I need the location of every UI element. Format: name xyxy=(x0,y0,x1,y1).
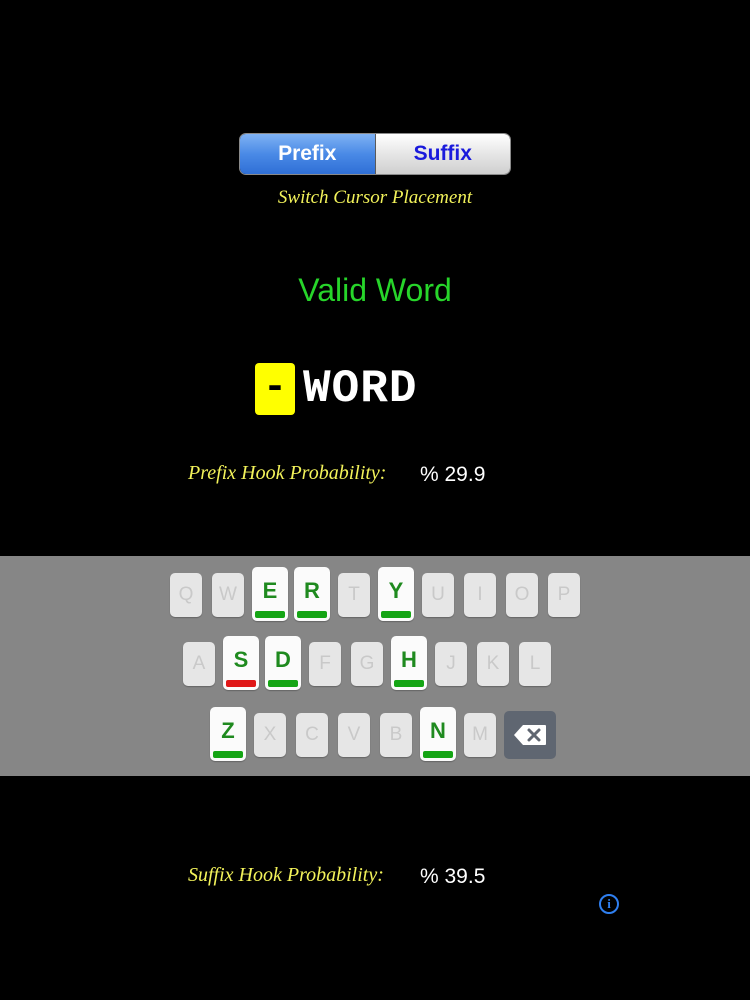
key-label: Q xyxy=(178,584,194,605)
key-o[interactable]: O xyxy=(506,573,538,617)
key-label: F xyxy=(319,653,331,674)
key-j[interactable]: J xyxy=(435,642,467,686)
key-label: A xyxy=(192,653,206,674)
key-u[interactable]: U xyxy=(422,573,454,617)
key-label: G xyxy=(359,653,375,674)
key-label: C xyxy=(305,724,319,745)
prefix-hook-value: % 29.9 xyxy=(420,463,486,486)
key-y[interactable]: Y xyxy=(378,567,414,621)
key-label: M xyxy=(472,724,488,745)
current-word: WORD xyxy=(303,363,418,415)
word-status: Valid Word xyxy=(298,272,452,308)
key-m[interactable]: M xyxy=(464,713,496,757)
key-g[interactable]: G xyxy=(351,642,383,686)
key-label: S xyxy=(233,647,249,672)
key-s[interactable]: S xyxy=(223,636,259,690)
key-label: T xyxy=(348,584,360,605)
key-a[interactable]: A xyxy=(183,642,215,686)
key-i[interactable]: I xyxy=(464,573,496,617)
key-n[interactable]: N xyxy=(420,707,456,761)
key-label: N xyxy=(430,718,446,743)
hook-indicator-bar xyxy=(394,680,424,687)
key-c[interactable]: C xyxy=(296,713,328,757)
key-label: L xyxy=(529,653,541,674)
key-h[interactable]: H xyxy=(391,636,427,690)
key-z[interactable]: Z xyxy=(210,707,246,761)
hook-indicator-bar xyxy=(213,751,243,758)
key-w[interactable]: W xyxy=(212,573,244,617)
key-r[interactable]: R xyxy=(294,567,330,621)
prefix-hook-label: Prefix Hook Probability: xyxy=(188,462,387,484)
backspace-icon xyxy=(514,725,546,745)
key-label: D xyxy=(275,647,291,672)
suffix-hook-value: % 39.5 xyxy=(420,865,486,888)
key-d[interactable]: D xyxy=(265,636,301,690)
key-label: B xyxy=(389,724,403,745)
key-label: I xyxy=(477,584,483,605)
key-label: P xyxy=(557,584,571,605)
letter-keyboard: Q W E R T Y U I O P A S D F G H J K L Z X C V B N M xyxy=(0,556,750,776)
key-label: W xyxy=(219,584,237,605)
key-q[interactable]: Q xyxy=(170,573,202,617)
hook-indicator-bar xyxy=(268,680,298,687)
key-label: K xyxy=(486,653,500,674)
key-label: R xyxy=(304,578,320,603)
key-e[interactable]: E xyxy=(252,567,288,621)
key-f[interactable]: F xyxy=(309,642,341,686)
key-label: Y xyxy=(388,578,404,603)
hook-indicator-bar xyxy=(381,611,411,618)
key-label: J xyxy=(446,653,456,674)
key-label: Z xyxy=(221,718,235,743)
cursor-marker: - xyxy=(255,363,295,415)
key-label: V xyxy=(347,724,361,745)
key-label: H xyxy=(401,647,417,672)
hook-indicator-bar xyxy=(226,680,256,687)
key-p[interactable]: P xyxy=(548,573,580,617)
key-label: O xyxy=(514,584,530,605)
key-label: X xyxy=(263,724,277,745)
key-b[interactable]: B xyxy=(380,713,412,757)
key-v[interactable]: V xyxy=(338,713,370,757)
info-icon[interactable]: i xyxy=(599,894,619,914)
hook-indicator-bar xyxy=(255,611,285,618)
suffix-segment[interactable]: Suffix xyxy=(375,134,510,174)
key-label: U xyxy=(431,584,445,605)
switch-cursor-caption: Switch Cursor Placement xyxy=(277,187,473,208)
app-screen: Prefix Suffix Switch Cursor Placement Va… xyxy=(0,0,750,1000)
key-k[interactable]: K xyxy=(477,642,509,686)
word-display: - WORD xyxy=(255,362,417,416)
cursor-placement-segmented-control[interactable]: Prefix Suffix xyxy=(239,133,511,175)
hook-indicator-bar xyxy=(297,611,327,618)
key-x[interactable]: X xyxy=(254,713,286,757)
key-label: E xyxy=(262,578,278,603)
prefix-segment[interactable]: Prefix xyxy=(240,134,376,174)
key-l[interactable]: L xyxy=(519,642,551,686)
key-t[interactable]: T xyxy=(338,573,370,617)
hook-indicator-bar xyxy=(423,751,453,758)
backspace-key[interactable] xyxy=(504,711,556,759)
suffix-hook-label: Suffix Hook Probability: xyxy=(188,864,384,886)
